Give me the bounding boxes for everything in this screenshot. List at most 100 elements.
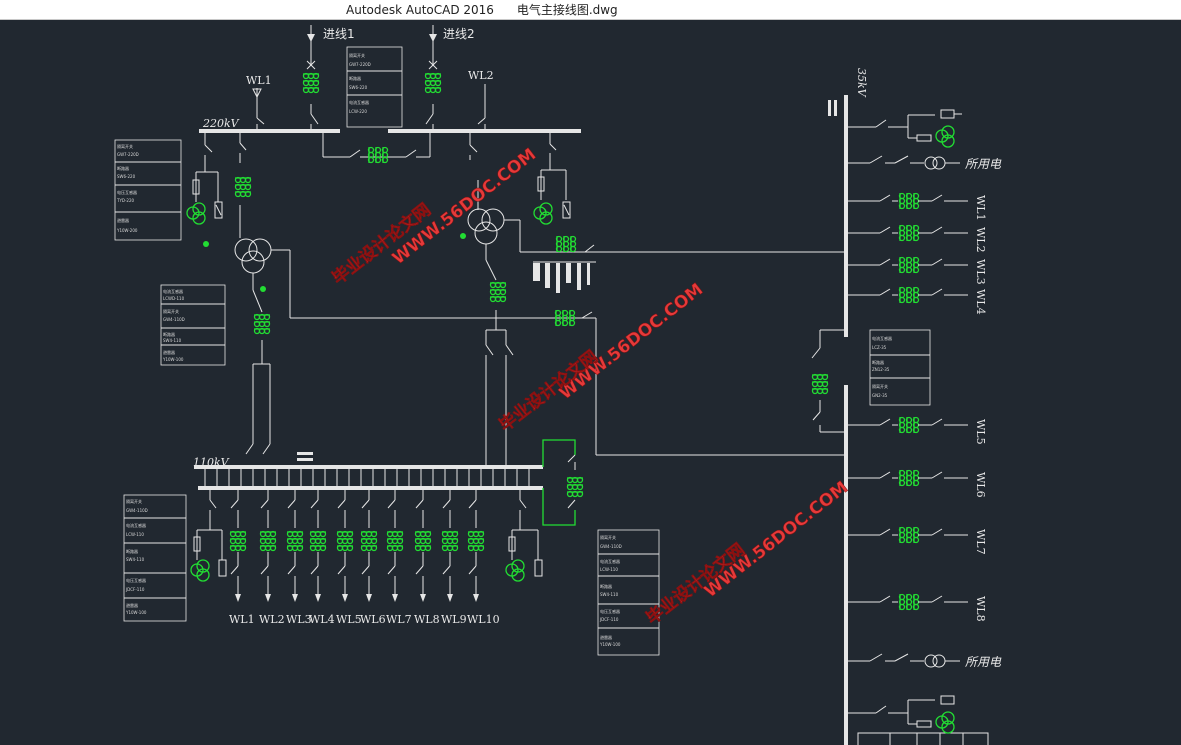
- feeder-110-label: WL10: [467, 613, 500, 626]
- feeder-110-bay: WL9: [441, 488, 467, 626]
- feeders-35kv: WL1 WL2 WL3 WL4 WL5 WL6 WL7 WL8: [846, 192, 987, 622]
- ground-icon: [203, 241, 209, 247]
- watermark-group: WWW.56DOC.COM 毕业设计论文网 WWW.56DOC.COM 毕业设计…: [328, 144, 852, 629]
- info-table-220-left: 隔离开关 GW7-220D 断路器 SW6-220 电压互感器 TYD-220 避雷器…: [114, 139, 182, 241]
- feeder-110-bay: WL5: [336, 488, 362, 626]
- ct-icon: [898, 286, 920, 304]
- drawing-canvas[interactable]: 进线1 进线2 WL1 WL2 220kV 隔离开关 GW7-220D 断路器 …: [0, 19, 1181, 745]
- top-feeder-wl2: WL2: [468, 69, 494, 131]
- ct-icon: [898, 526, 920, 544]
- svg-text:电流互感器: 电流互感器: [872, 335, 892, 341]
- svg-text:断路器: 断路器: [117, 165, 129, 171]
- svg-text:Y10W-200: Y10W-200: [116, 228, 138, 233]
- ct-icon: [898, 416, 920, 434]
- svg-text:断路器: 断路器: [126, 548, 138, 554]
- bay-110-pt-right: [508, 488, 543, 577]
- watermark-url-1: WWW.56DOC.COM: [389, 145, 540, 269]
- arrow-icon: [420, 594, 426, 602]
- bay-110-pt-left: [193, 488, 227, 577]
- title-bar: Autodesk AutoCAD 2016 电气主接线图.dwg: [0, 0, 1181, 20]
- feeder-110-bay: WL10: [467, 488, 500, 626]
- svg-text:SW6-220: SW6-220: [117, 174, 136, 179]
- svg-text:GW7-220D: GW7-220D: [349, 62, 371, 67]
- feeder-35-label: WL2: [974, 227, 987, 253]
- current-transformer-symbols: [186, 72, 955, 734]
- ct-icon: [302, 72, 320, 94]
- feeder-35-label: WL1: [974, 195, 987, 221]
- feeder-35-bay: WL6: [846, 469, 987, 498]
- svg-text:电压互感器: 电压互感器: [126, 577, 146, 583]
- feeder-110-label: WL2: [259, 613, 285, 626]
- bay-220-pt-right: [537, 131, 571, 219]
- svg-text:电流互感器: 电流互感器: [163, 288, 183, 294]
- feeder-110-label: WL4: [309, 613, 335, 626]
- arrow-icon: [342, 594, 348, 602]
- svg-text:GW4-110D: GW4-110D: [600, 544, 622, 549]
- feeder-110-label: WL1: [229, 613, 255, 626]
- feeders-110kv: WL1 WL2 WL3WL4 WL5WL6 WL7 WL8 WL9 WL10: [204, 467, 530, 626]
- svg-text:LCW-110: LCW-110: [126, 532, 144, 537]
- top-feeder-label-1: WL1: [246, 74, 272, 87]
- svg-text:ZN12-35: ZN12-35: [872, 367, 890, 372]
- info-table-110-right: 隔离开关 GW4-110D 电流互感器 LCW-110 断路器 SW4-110 电压互…: [597, 529, 660, 656]
- feeder-110-bay: WL7: [386, 488, 412, 626]
- arrow-icon: [447, 594, 453, 602]
- svg-text:断路器: 断路器: [600, 583, 612, 589]
- ct-icon: [467, 530, 485, 552]
- svg-text:GW4-110D: GW4-110D: [126, 508, 148, 513]
- watermark-url-3: WWW.56DOC.COM: [701, 478, 852, 602]
- feeder-35-label: WL5: [974, 419, 987, 445]
- svg-text:SW6-220: SW6-220: [349, 85, 368, 90]
- ct-icon: [309, 530, 327, 552]
- arrow-icon: [307, 34, 315, 42]
- feeder-35-label: WL3: [974, 259, 987, 285]
- app-title: Autodesk AutoCAD 2016: [346, 3, 494, 17]
- svg-text:电流互感器: 电流互感器: [126, 522, 146, 528]
- ct-icon: [898, 192, 920, 210]
- ct-icon: [229, 530, 247, 552]
- svg-text:GW7-220D: GW7-220D: [117, 152, 139, 157]
- feeder-35-label: WL8: [974, 596, 987, 622]
- svg-text:电压互感器: 电压互感器: [600, 608, 620, 614]
- feeder-35-label: WL6: [974, 472, 987, 498]
- bay-220-pt-left: [192, 131, 223, 219]
- incoming-label-2: 进线2: [443, 27, 475, 41]
- bus-tie-35kv: [811, 329, 846, 433]
- ct-icon: [424, 72, 442, 94]
- feeder-110-bay: WL2: [259, 488, 285, 626]
- info-table-incoming: 隔离开关 GW7-220D 断路器 SW6-220 电流互感器 LCW-220: [346, 46, 403, 128]
- svg-text:断路器: 断路器: [163, 331, 175, 337]
- svg-text:电流互感器: 电流互感器: [349, 99, 369, 105]
- arrow-icon: [265, 594, 271, 602]
- ct-icon: [259, 530, 277, 552]
- svg-text:断路器: 断路器: [872, 359, 884, 365]
- bus-label-220kv: 220kV: [202, 117, 240, 130]
- ct-icon: [336, 530, 354, 552]
- svg-text:断路器: 断路器: [349, 75, 361, 81]
- feeder-35-bay: WL8: [846, 593, 987, 622]
- svg-text:Y10W-100: Y10W-100: [162, 357, 184, 362]
- svg-text:避雷器: 避雷器: [163, 349, 175, 355]
- watermark-url-2: WWW.56DOC.COM: [556, 280, 707, 404]
- ground-icon: [260, 286, 266, 292]
- feeder-110-bay: WL3: [286, 488, 312, 626]
- ct-icon: [555, 235, 577, 253]
- svg-text:SW4-110: SW4-110: [600, 592, 619, 597]
- feeder-110-label: WL7: [386, 613, 412, 626]
- bay-35-pt-lower: [846, 695, 955, 728]
- svg-text:隔离开关: 隔离开关: [163, 308, 179, 314]
- feeder-110-bay: WL1: [229, 488, 255, 626]
- feeder-35-bay: WL3: [846, 256, 987, 285]
- ct-icon: [386, 530, 404, 552]
- ct-icon: [566, 476, 584, 498]
- feeder-35-bay: WL1: [846, 192, 987, 221]
- arrow-icon: [429, 34, 437, 42]
- svg-text:SW4-110: SW4-110: [126, 557, 145, 562]
- arrow-icon: [292, 594, 298, 602]
- watermark-cn-2: 毕业设计论文网: [495, 346, 602, 436]
- svg-text:避雷器: 避雷器: [600, 634, 612, 640]
- top-feeder-wl1: WL1: [246, 74, 272, 131]
- svg-text:TYD-220: TYD-220: [116, 198, 135, 203]
- feeder-110-label: WL3: [286, 613, 312, 626]
- svg-text:电流互感器: 电流互感器: [600, 558, 620, 564]
